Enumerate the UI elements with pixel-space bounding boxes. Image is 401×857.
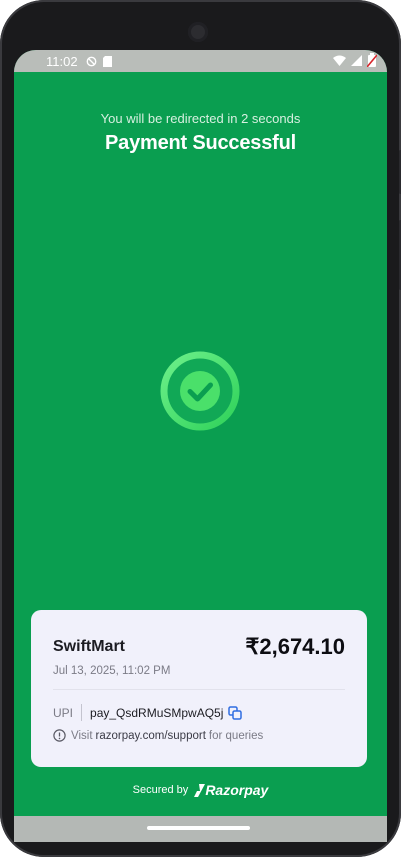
app-screen: 11:02 You will be redirected in 2 second… (14, 50, 387, 842)
merchant-name: SwiftMart (53, 638, 125, 655)
payment-summary-card: SwiftMart ₹2,674.10 Jul 13, 2025, 11:02 … (31, 610, 367, 767)
sd-card-icon (102, 55, 112, 67)
payment-id: pay_QsdRMuSMpwAQ5j (90, 705, 224, 720)
info-icon (53, 729, 66, 742)
support-info: Visit razorpay.com/support for queries (53, 729, 263, 742)
payment-method-label: UPI (53, 705, 74, 720)
status-time: 11:02 (46, 53, 78, 69)
separator (81, 704, 83, 721)
battery-icon (366, 52, 378, 70)
payment-id-row: UPI pay_QsdRMuSMpwAQ5j (53, 704, 243, 721)
card-divider (53, 689, 345, 690)
razorpay-brand: Razorpay (205, 782, 269, 798)
payment-datetime: Jul 13, 2025, 11:02 PM (53, 665, 171, 677)
phone-frame: 11:02 You will be redirected in 2 second… (0, 0, 401, 857)
support-prefix: Visit (71, 729, 93, 742)
status-right-icons (333, 52, 378, 70)
front-camera (188, 22, 208, 42)
navigation-bar (14, 816, 387, 842)
razorpay-mark-icon (194, 783, 206, 797)
support-suffix: for queries (208, 729, 264, 742)
check-circle-icon (159, 350, 241, 432)
copy-icon[interactable] (228, 705, 243, 720)
page-title: Payment Successful (105, 132, 296, 154)
redirect-message: You will be redirected in 2 seconds (100, 111, 301, 126)
secured-by-label: Secured by (132, 784, 189, 796)
signal-icon (351, 54, 362, 69)
razorpay-logo: Razorpay (194, 782, 268, 798)
secured-by-footer: Secured by Razorpay (14, 782, 387, 798)
wifi-icon (333, 54, 346, 69)
do-not-disturb-icon (86, 56, 97, 67)
payment-amount: ₹2,674.10 (245, 634, 345, 659)
status-bar: 11:02 (14, 50, 387, 72)
home-gesture-handle[interactable] (147, 826, 250, 830)
support-link[interactable]: razorpay.com/support (96, 730, 206, 742)
